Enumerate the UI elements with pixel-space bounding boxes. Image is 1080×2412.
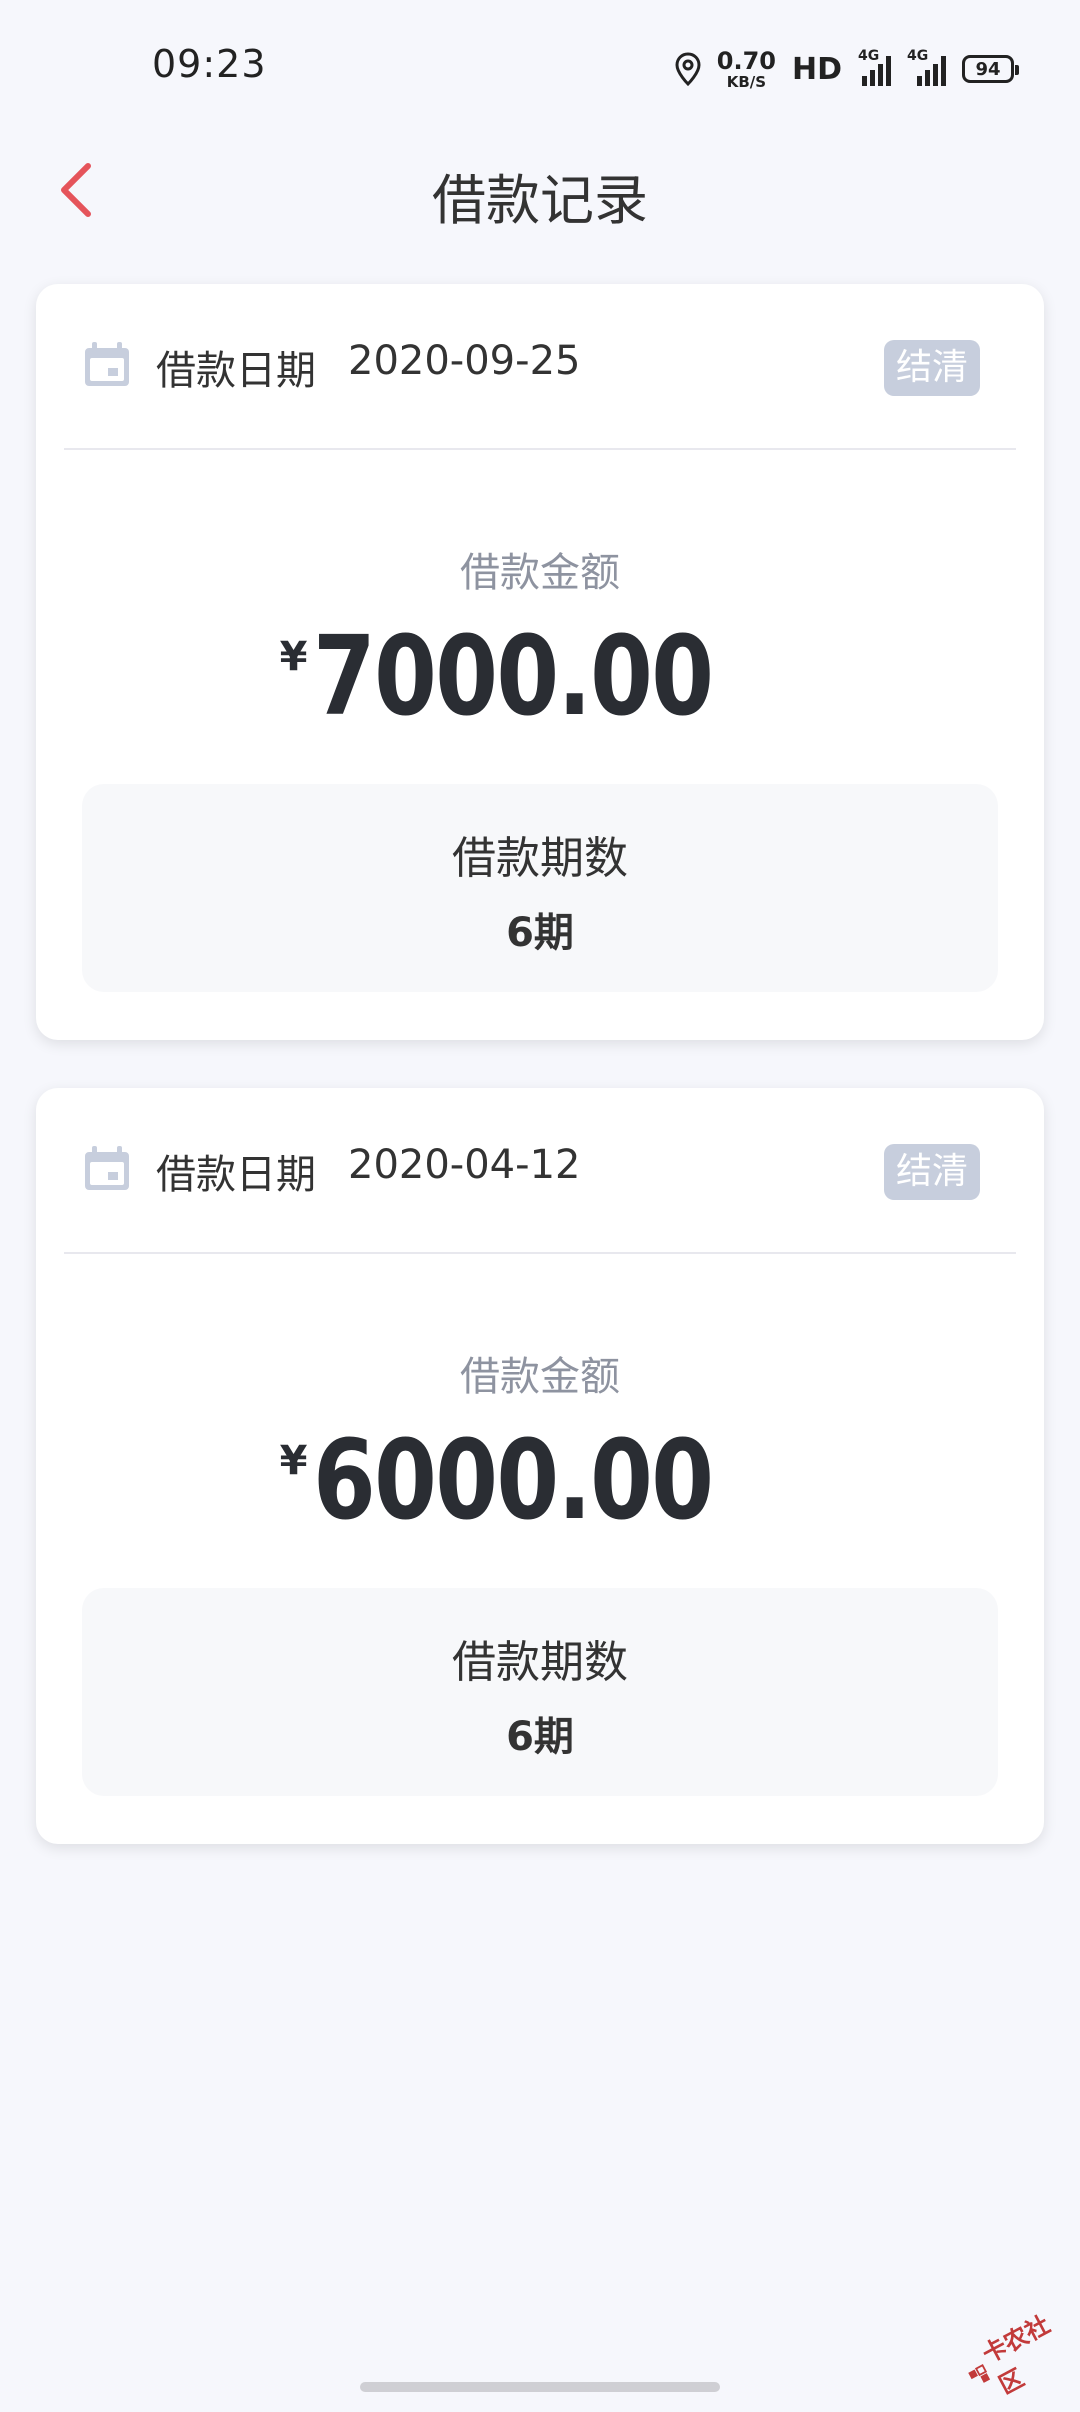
loan-term-label: 借款期数 — [452, 833, 628, 884]
card-divider — [64, 1252, 1016, 1254]
loan-amount-value: 6000.00 — [313, 1416, 714, 1544]
calendar-icon — [85, 1146, 129, 1190]
loan-amount: ¥7000.00 — [36, 616, 1044, 736]
signal-icon-2: 4G — [907, 48, 946, 86]
card-divider — [64, 448, 1016, 450]
network-speed-unit: KB/S — [726, 72, 767, 91]
currency-symbol: ¥ — [279, 1438, 308, 1484]
status-badge: 结清 — [883, 1144, 980, 1200]
signal-2-label: 4G — [907, 48, 929, 64]
loan-term-box: 借款期数 6期 — [82, 784, 998, 992]
loan-date-value: 2020-09-25 — [348, 338, 581, 384]
loan-term-value: 6期 — [506, 910, 574, 956]
loan-date-label: 借款日期 — [156, 348, 316, 394]
status-icons: 0.70 KB/S HD 4G 4G 94 — [675, 42, 1019, 96]
location-icon — [675, 52, 701, 86]
loan-record-card[interactable]: 借款日期 2020-09-25 结清 借款金额 ¥7000.00 借款期数 6期 — [36, 284, 1044, 1040]
loan-date-label: 借款日期 — [156, 1152, 316, 1198]
loan-amount-value: 7000.00 — [313, 612, 714, 740]
loan-amount-label: 借款金额 — [460, 550, 620, 596]
loan-date-value: 2020-04-12 — [348, 1142, 581, 1188]
battery-icon: 94 — [962, 55, 1019, 83]
network-speed-value: 0.70 — [716, 46, 776, 75]
status-badge: 结清 — [883, 340, 980, 396]
status-time: 09:23 — [152, 42, 267, 86]
network-speed: 0.70 KB/S — [717, 49, 776, 90]
loan-term-label: 借款期数 — [452, 1637, 628, 1688]
status-bar: 09:23 0.70 KB/S HD 4G 4G 94 — [0, 0, 1080, 136]
loan-card-header: 借款日期 2020-09-25 结清 — [36, 284, 1044, 448]
watermark: 卡农社区 — [954, 2298, 1080, 2411]
loan-amount-label: 借款金额 — [460, 1354, 620, 1400]
calendar-icon — [85, 342, 129, 386]
watermark-text: 卡农社区 — [977, 2310, 1055, 2400]
battery-level: 94 — [975, 58, 1001, 80]
loan-card-header: 借款日期 2020-04-12 结清 — [36, 1088, 1044, 1252]
loan-term-box: 借款期数 6期 — [82, 1588, 998, 1796]
signal-icon-1: 4G — [858, 48, 891, 86]
currency-symbol: ¥ — [279, 634, 308, 680]
loan-amount: ¥6000.00 — [36, 1420, 1044, 1540]
loan-record-card[interactable]: 借款日期 2020-04-12 结清 借款金额 ¥6000.00 借款期数 6期 — [36, 1088, 1044, 1844]
loan-term-value: 6期 — [506, 1714, 574, 1760]
home-indicator[interactable] — [360, 2382, 720, 2392]
signal-1-label: 4G — [858, 48, 880, 64]
hd-indicator: HD — [791, 51, 842, 87]
page-title: 借款记录 — [432, 169, 648, 232]
nav-bar: 借款记录 — [0, 136, 1080, 244]
